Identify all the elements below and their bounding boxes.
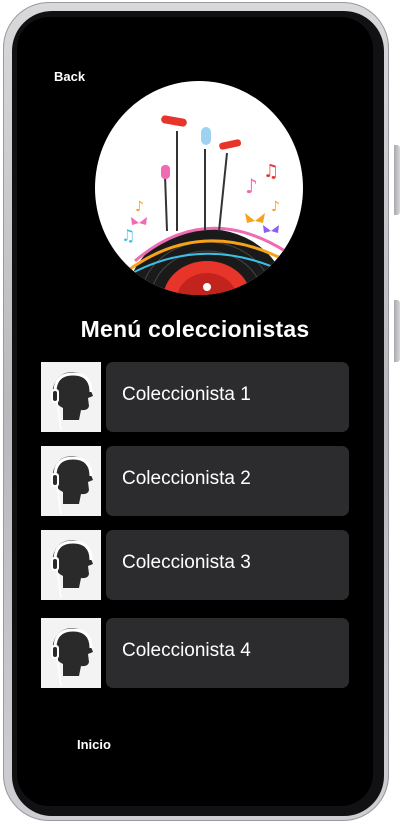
volume-button — [394, 145, 400, 215]
headphones-head-icon — [41, 530, 101, 600]
collector-avatar — [41, 446, 101, 516]
home-button[interactable]: Inicio — [77, 737, 111, 752]
headphones-head-icon — [41, 446, 101, 516]
collector-name: Coleccionista 3 — [122, 552, 251, 573]
collector-name: Coleccionista 1 — [122, 384, 251, 405]
collector-item-3[interactable]: Coleccionista 3 — [41, 530, 349, 600]
collector-item-4[interactable]: Coleccionista 4 — [41, 618, 349, 688]
screen: Back ♪ ♫ ♪ ♫ ♪ Menú coleccionistas Colec… — [17, 17, 373, 806]
power-button — [394, 300, 400, 362]
collector-item-1[interactable]: Coleccionista 1 — [41, 362, 349, 432]
back-button[interactable]: Back — [54, 69, 85, 84]
headphones-head-icon — [41, 618, 101, 688]
collector-card[interactable]: Coleccionista 2 — [106, 446, 349, 516]
collector-avatar — [41, 530, 101, 600]
music-illustration-icon: ♪ ♫ ♪ ♫ ♪ — [121, 115, 294, 295]
collector-name: Coleccionista 4 — [122, 640, 251, 661]
svg-text:♪: ♪ — [271, 199, 280, 215]
collector-avatar — [41, 618, 101, 688]
headphones-head-icon — [41, 362, 101, 432]
svg-text:♪: ♪ — [135, 199, 144, 215]
collector-card[interactable]: Coleccionista 3 — [106, 530, 349, 600]
collector-card[interactable]: Coleccionista 1 — [106, 362, 349, 432]
page-title: Menú coleccionistas — [80, 316, 310, 342]
collector-card[interactable]: Coleccionista 4 — [106, 618, 349, 688]
collector-item-2[interactable]: Coleccionista 2 — [41, 446, 349, 516]
svg-text:♪: ♪ — [245, 174, 258, 198]
collector-name: Coleccionista 2 — [122, 468, 251, 489]
hero-music-image: ♪ ♫ ♪ ♫ ♪ — [95, 81, 303, 295]
svg-text:♫: ♫ — [121, 226, 135, 245]
svg-text:♫: ♫ — [263, 161, 279, 182]
collector-avatar — [41, 362, 101, 432]
